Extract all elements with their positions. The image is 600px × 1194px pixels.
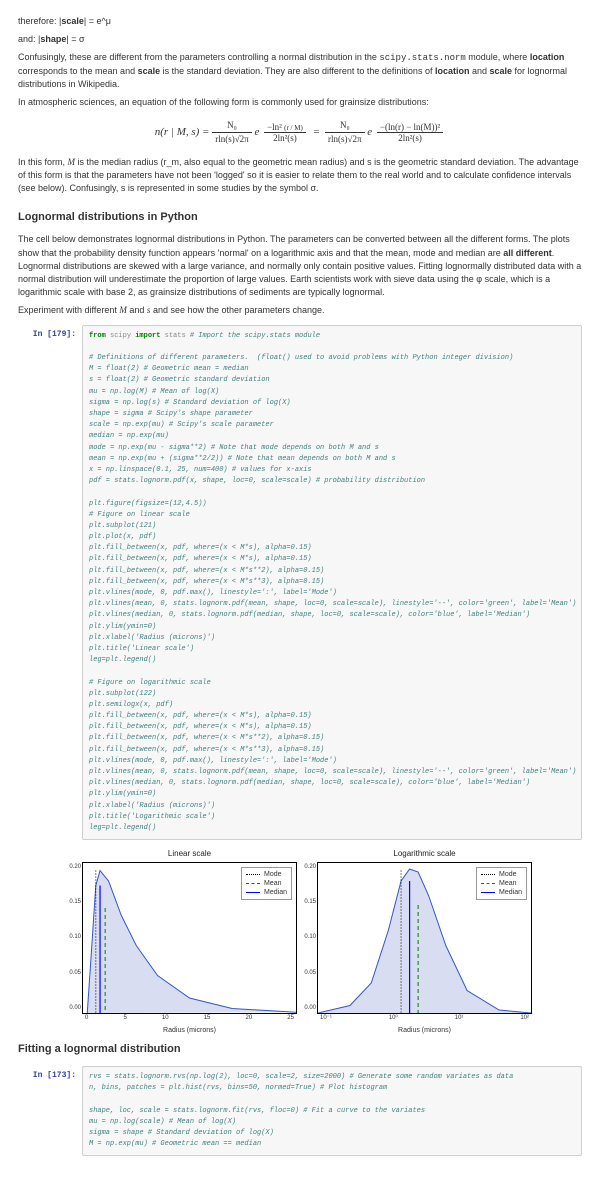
grainsize-equation: n(r | M, s) = N₀rln(s)√2π e −ln² (r / M)… [18, 119, 582, 146]
atmos-para: In atmospheric sciences, an equation of … [18, 96, 582, 109]
section-lognormal-python: Lognormal distributions in Python [18, 210, 582, 226]
plot-legend: Mode Mean Median [241, 867, 292, 900]
plot-legend: Mode Mean Median [476, 867, 527, 900]
shape-def: and: |shape| = σ [18, 33, 582, 46]
code-cell-173: In [173]: rvs = stats.lognorm.rvs(np.log… [18, 1066, 582, 1156]
output-plots: Linear scale 0.20 0.15 0.10 0.05 0.00 Mo… [82, 848, 582, 1028]
section-fitting: Fitting a lognormal distribution [18, 1042, 582, 1058]
plot-log: Logarithmic scale 0.20 0.15 0.10 0.05 0.… [317, 848, 532, 1028]
cell-prompt: In [173]: [18, 1066, 82, 1082]
section1-para1: The cell below demonstrates lognormal di… [18, 233, 582, 298]
confusing-para: Confusingly, these are different from th… [18, 51, 582, 91]
code-input[interactable]: from scipy import stats # Import the sci… [82, 325, 582, 840]
form-explain: In this form, M is the median radius (r_… [18, 156, 582, 195]
code-cell-179: In [179]: from scipy import stats # Impo… [18, 325, 582, 840]
section1-para2: Experiment with different M and s and se… [18, 304, 582, 317]
cell-prompt: In [179]: [18, 325, 82, 341]
scale-def: therefore: |scale| = e^μ [18, 15, 582, 28]
plot-linear: Linear scale 0.20 0.15 0.10 0.05 0.00 Mo… [82, 848, 297, 1028]
code-input[interactable]: rvs = stats.lognorm.rvs(np.log(2), loc=0… [82, 1066, 582, 1156]
